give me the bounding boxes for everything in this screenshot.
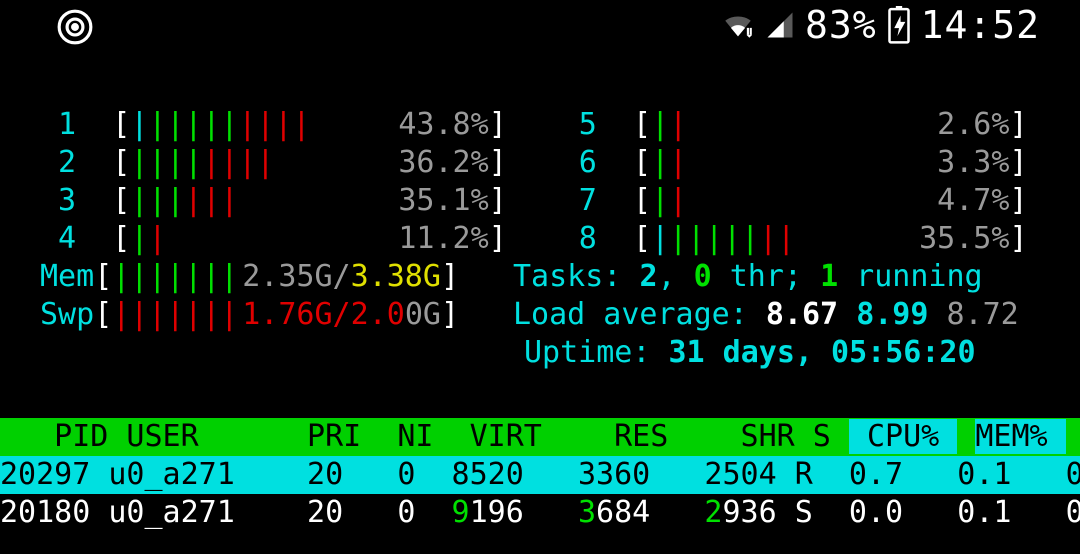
status-clock: 14:52 xyxy=(921,6,1040,44)
app-icon xyxy=(56,8,94,46)
battery-percent: 83% xyxy=(805,6,877,44)
process-row[interactable]: 20180 u0_a271 20 0 9196 3684 2936 S 0.0 … xyxy=(0,494,1080,532)
wifi-icon xyxy=(721,8,755,42)
cell-signal-icon xyxy=(765,10,795,40)
htop-meters: 1 [|||||||||| 43.8%] 5 [|| 2.6%] 2 [||||… xyxy=(40,106,1028,372)
process-table-header[interactable]: PID USER PRI NI VIRT RES SHR S CPU% MEM% xyxy=(0,418,1080,456)
android-status-bar: 83% 14:52 xyxy=(0,0,1080,56)
process-row[interactable]: 20297 u0_a271 20 0 8520 3360 2504 R 0.7 … xyxy=(0,456,1080,494)
battery-charging-icon xyxy=(887,6,911,44)
